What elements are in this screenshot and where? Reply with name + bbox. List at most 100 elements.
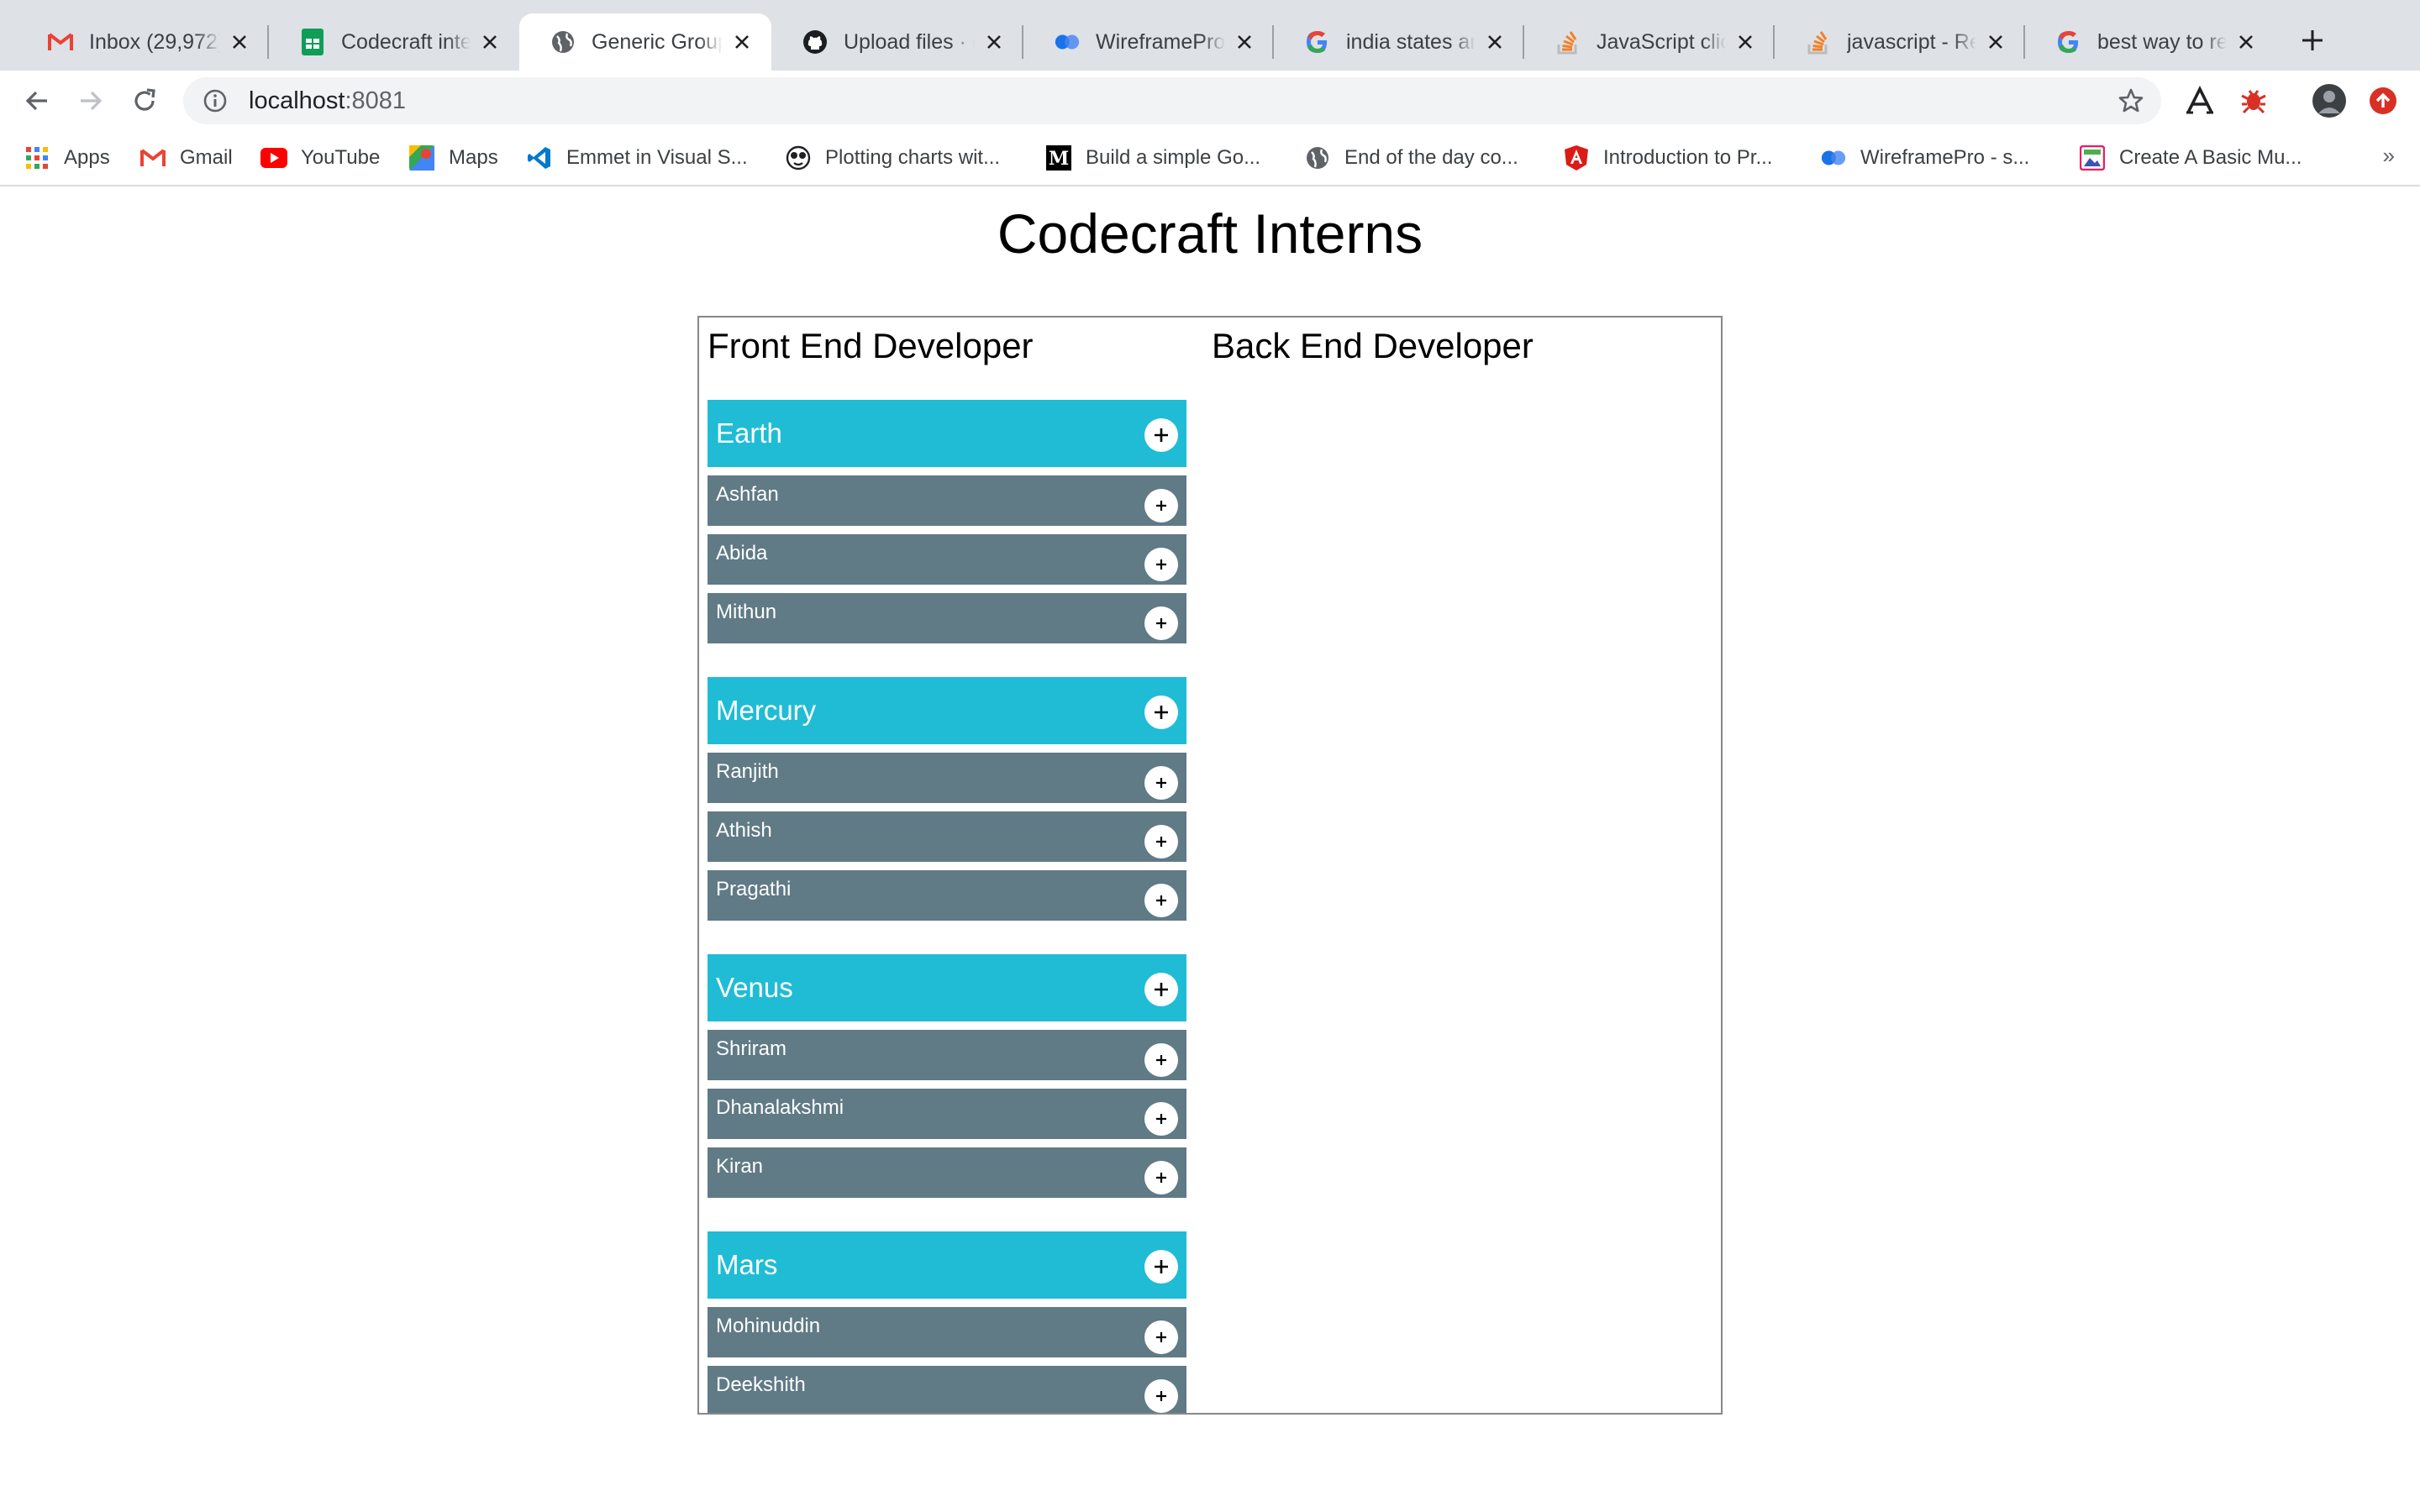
add-button[interactable] [1144,825,1178,858]
bookmark-build-simple-go[interactable]: M Build a simple Go... [1045,143,1260,173]
list-item[interactable]: Mohinuddin [708,1307,1186,1357]
add-button[interactable] [1144,1102,1178,1136]
plus-icon [1156,1391,1166,1401]
close-icon[interactable] [1733,29,1758,55]
youtube-icon [260,144,287,171]
intern-board: Front End Developer Earth Ashfan Abida M… [697,316,1723,1415]
member-name: Ashfan [716,483,779,506]
bookmark-label: YouTube [301,146,381,169]
bookmark-introduction[interactable]: Introduction to Pr... [1563,143,1772,173]
group-header: Mercury [708,677,1186,744]
bookmark-label: Emmet in Visual S... [566,146,748,169]
group-earth: Earth Ashfan Abida Mithun [708,400,1186,643]
update-icon[interactable] [2365,82,2402,119]
globe-icon [1304,144,1331,171]
reload-button[interactable] [124,81,165,121]
group-mars: Mars Mohinuddin Deekshith [708,1231,1186,1413]
bookmark-create-basic[interactable]: Create A Basic Mu... [2079,143,2302,173]
list-item[interactable]: Ranjith [708,753,1186,803]
bug-extension-icon[interactable] [2235,82,2272,119]
tab-india-states[interactable]: india states and [1274,13,1524,71]
tab-generic-grouped[interactable]: Generic Grouped [519,13,771,71]
bookmark-emmet[interactable]: Emmet in Visual S... [526,143,748,173]
list-item[interactable]: Mithun [708,593,1186,643]
stackoverflow-icon [1555,29,1581,55]
bookmark-gmail[interactable]: Gmail [139,143,233,173]
image-icon [2079,144,2106,171]
bookmark-label: Gmail [180,146,233,169]
github-icon [802,29,829,55]
close-icon[interactable] [227,29,252,55]
tab-title: Inbox (29,972) [89,29,220,54]
tab-javascript-render[interactable]: javascript - Ren [1775,13,2025,71]
bookmark-label: Maps [449,146,498,169]
close-icon[interactable] [729,29,755,55]
group-header: Mars [708,1231,1186,1299]
apps-grid-icon [24,144,50,171]
bookmark-end-of-day[interactable]: End of the day co... [1304,143,1518,173]
add-button[interactable] [1144,1250,1178,1284]
close-icon[interactable] [2233,29,2259,55]
add-button[interactable] [1144,548,1178,581]
close-icon[interactable] [1232,29,1257,55]
tab-title: Upload files · codecraft [844,29,975,54]
add-button[interactable] [1144,1043,1178,1077]
group-name: Venus [716,972,793,1003]
list-item[interactable]: Ashfan [708,475,1186,526]
group-header: Venus [708,954,1186,1021]
info-icon[interactable] [198,84,232,118]
medium-icon: M [1045,144,1072,171]
address-bar[interactable]: localhost:8081 [183,77,2161,124]
add-button[interactable] [1144,696,1178,729]
add-button[interactable] [1144,973,1178,1006]
tab-inbox[interactable]: Inbox (29,972) [17,13,269,71]
add-button[interactable] [1144,766,1178,800]
list-item[interactable]: Deekshith [708,1366,1186,1413]
tab-javascript-click[interactable]: JavaScript click [1524,13,1775,71]
sheets-icon [299,29,326,55]
list-item[interactable]: Kiran [708,1147,1186,1198]
list-item[interactable]: Abida [708,534,1186,585]
bookmark-label: Build a simple Go... [1086,146,1261,169]
bookmark-star-icon[interactable] [2114,84,2148,118]
tab-codecraft-interns[interactable]: Codecraft interns [269,13,519,71]
wireframe-icon [1820,144,1847,171]
forward-button[interactable] [71,81,111,121]
close-icon[interactable] [477,29,502,55]
group-name: Earth [716,417,782,449]
list-item[interactable]: Athish [708,811,1186,862]
close-icon[interactable] [981,29,1007,55]
bookmark-maps[interactable]: Maps [408,143,498,173]
bookmark-youtube[interactable]: YouTube [260,143,380,173]
add-button[interactable] [1144,1379,1178,1413]
list-item[interactable]: Shriram [708,1030,1186,1080]
close-icon[interactable] [1983,29,2008,55]
more-bookmarks-button[interactable]: » [2383,143,2395,169]
bookmark-plotting-charts[interactable]: Plotting charts wit... [785,143,1000,173]
add-button[interactable] [1144,606,1178,640]
close-icon[interactable] [1482,29,1507,55]
tab-upload-files[interactable]: Upload files · codecraft [771,13,1023,71]
bookmark-label: Create A Basic Mu... [2119,146,2302,169]
add-button[interactable] [1144,1320,1178,1354]
list-item[interactable]: Pragathi [708,870,1186,921]
tab-wireframepro[interactable]: WireframePro - s [1023,13,1274,71]
tab-best-way[interactable]: best way to ren [2025,13,2275,71]
add-button[interactable] [1144,489,1178,522]
new-tab-button[interactable] [2294,22,2331,59]
add-button[interactable] [1144,884,1178,917]
tab-title: india states and [1346,29,1476,54]
add-button[interactable] [1144,418,1178,452]
bookmark-wireframepro[interactable]: WireframePro - s... [1820,143,2029,173]
svg-text:M: M [1049,148,1069,170]
member-name: Kiran [716,1155,764,1178]
avatar[interactable] [2311,82,2348,119]
list-item[interactable]: Dhanalakshmi [708,1089,1186,1139]
stackoverflow-icon [1805,29,1832,55]
back-button[interactable] [17,81,57,121]
font-extension-icon[interactable] [2181,82,2218,119]
add-button[interactable] [1144,1161,1178,1194]
group-header: Earth [708,400,1186,467]
bookmark-apps[interactable]: Apps [24,143,110,173]
member-name: Ranjith [716,760,779,783]
